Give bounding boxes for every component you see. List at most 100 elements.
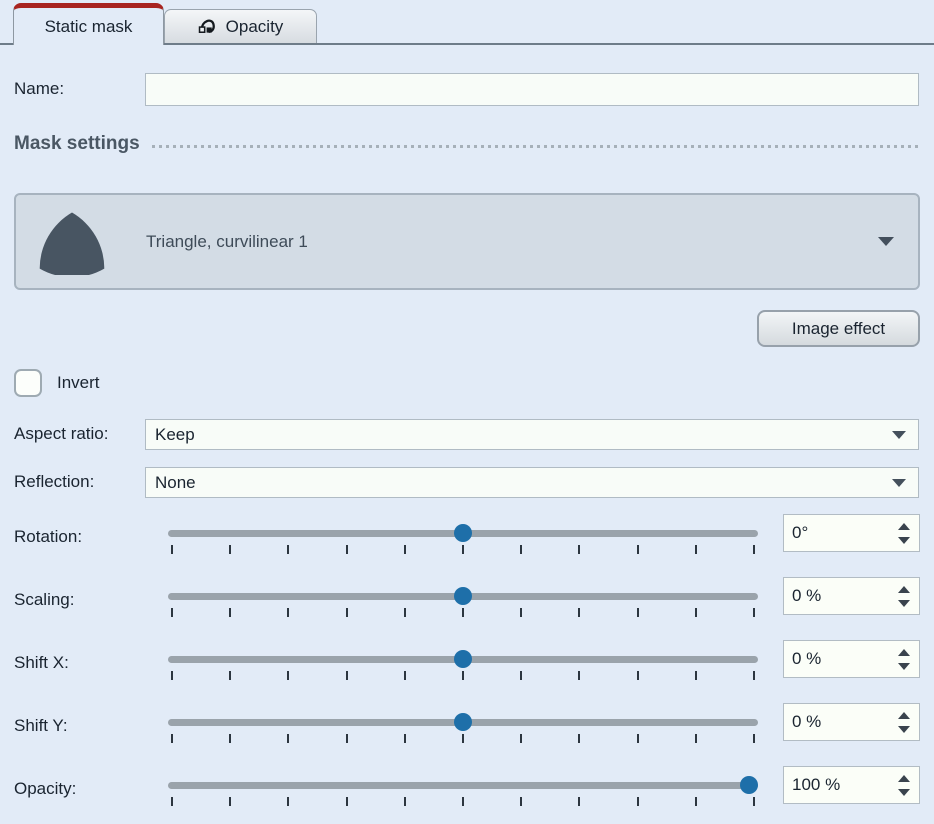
tick-mark bbox=[404, 545, 406, 554]
tick-mark bbox=[171, 797, 173, 806]
tab-opacity-label: Opacity bbox=[226, 17, 284, 37]
tick-mark bbox=[520, 734, 522, 743]
slider-row-opacity: Opacity: 100 % bbox=[0, 766, 934, 822]
tick-mark bbox=[462, 545, 464, 554]
shift-y-slider-track[interactable] bbox=[168, 719, 758, 726]
shift-x-value: 0 % bbox=[784, 649, 898, 669]
tick-mark bbox=[520, 797, 522, 806]
reflection-label: Reflection: bbox=[14, 472, 94, 492]
tick-mark bbox=[287, 545, 289, 554]
tick-mark bbox=[287, 797, 289, 806]
tick-mark bbox=[578, 608, 580, 617]
tick-mark bbox=[753, 671, 755, 680]
tab-opacity[interactable]: Opacity bbox=[164, 9, 317, 43]
tick-mark bbox=[637, 671, 639, 680]
shift-x-label: Shift X: bbox=[14, 653, 69, 673]
tick-mark bbox=[578, 734, 580, 743]
spinner-down-arrow-icon[interactable] bbox=[898, 726, 910, 733]
invert-label: Invert bbox=[57, 373, 100, 393]
rotation-value: 0° bbox=[784, 523, 898, 543]
animation-curve-icon bbox=[198, 16, 219, 37]
rotation-slider-thumb[interactable] bbox=[454, 524, 472, 542]
tick-mark bbox=[578, 671, 580, 680]
scaling-value: 0 % bbox=[784, 586, 898, 606]
aspect-ratio-label: Aspect ratio: bbox=[14, 424, 109, 444]
tick-mark bbox=[578, 797, 580, 806]
scaling-slider-ticks bbox=[171, 608, 755, 617]
rotation-slider-ticks bbox=[171, 545, 755, 554]
shift-x-slider-ticks bbox=[171, 671, 755, 680]
slider-row-scaling: Scaling: 0 % bbox=[0, 577, 934, 633]
tick-mark bbox=[346, 797, 348, 806]
tick-mark bbox=[462, 608, 464, 617]
shift-x-slider-thumb[interactable] bbox=[454, 650, 472, 668]
aspect-ratio-dropdown[interactable]: Keep bbox=[145, 419, 919, 450]
invert-checkbox-row: Invert bbox=[14, 369, 100, 397]
dotted-separator bbox=[152, 145, 920, 148]
opacity-slider-ticks bbox=[171, 797, 755, 806]
spinner-up-arrow-icon[interactable] bbox=[898, 523, 910, 530]
spinner-down-arrow-icon[interactable] bbox=[898, 600, 910, 607]
spinner-down-arrow-icon[interactable] bbox=[898, 537, 910, 544]
shift-y-slider-thumb[interactable] bbox=[454, 713, 472, 731]
scaling-slider-thumb[interactable] bbox=[454, 587, 472, 605]
tab-static-mask-label: Static mask bbox=[45, 17, 133, 37]
tick-mark bbox=[404, 734, 406, 743]
tick-mark bbox=[287, 671, 289, 680]
slider-row-shift-x: Shift X: 0 % bbox=[0, 640, 934, 696]
tick-mark bbox=[171, 734, 173, 743]
tick-mark bbox=[346, 545, 348, 554]
mask-shape-dropdown[interactable]: Triangle, curvilinear 1 bbox=[14, 193, 920, 290]
name-label: Name: bbox=[14, 79, 64, 99]
spinner-up-arrow-icon[interactable] bbox=[898, 775, 910, 782]
shift-x-value-spinner[interactable]: 0 % bbox=[783, 640, 920, 678]
scaling-slider-track[interactable] bbox=[168, 593, 758, 600]
spinner-up-arrow-icon[interactable] bbox=[898, 712, 910, 719]
spinner-up-arrow-icon[interactable] bbox=[898, 586, 910, 593]
spinner-down-arrow-icon[interactable] bbox=[898, 789, 910, 796]
tick-mark bbox=[753, 734, 755, 743]
tick-mark bbox=[520, 545, 522, 554]
tick-mark bbox=[171, 545, 173, 554]
chevron-down-icon bbox=[892, 479, 906, 487]
tick-mark bbox=[695, 545, 697, 554]
reflection-dropdown[interactable]: None bbox=[145, 467, 919, 498]
opacity-label: Opacity: bbox=[14, 779, 76, 799]
tab-static-mask[interactable]: Static mask bbox=[13, 3, 164, 45]
tick-mark bbox=[753, 608, 755, 617]
spinner-up-arrow-icon[interactable] bbox=[898, 649, 910, 656]
tick-mark bbox=[346, 671, 348, 680]
mask-settings-title: Mask settings bbox=[14, 133, 140, 155]
shift-y-label: Shift Y: bbox=[14, 716, 68, 736]
tick-mark bbox=[462, 671, 464, 680]
tick-mark bbox=[229, 671, 231, 680]
opacity-slider-thumb[interactable] bbox=[740, 776, 758, 794]
opacity-value-spinner[interactable]: 100 % bbox=[783, 766, 920, 804]
shift-y-value-spinner[interactable]: 0 % bbox=[783, 703, 920, 741]
reuleaux-triangle-icon bbox=[34, 209, 110, 275]
mask-shape-dropdown-value: Triangle, curvilinear 1 bbox=[146, 232, 878, 252]
tick-mark bbox=[637, 734, 639, 743]
opacity-slider-track[interactable] bbox=[168, 782, 758, 789]
tick-mark bbox=[695, 734, 697, 743]
tick-mark bbox=[346, 608, 348, 617]
rotation-value-spinner[interactable]: 0° bbox=[783, 514, 920, 552]
rotation-slider-track[interactable] bbox=[168, 530, 758, 537]
tick-mark bbox=[695, 797, 697, 806]
tick-mark bbox=[520, 671, 522, 680]
tick-mark bbox=[229, 734, 231, 743]
tick-mark bbox=[171, 608, 173, 617]
tick-mark bbox=[578, 545, 580, 554]
tick-mark bbox=[462, 734, 464, 743]
mask-settings-section-header: Mask settings bbox=[14, 133, 920, 155]
chevron-down-icon bbox=[878, 237, 894, 246]
name-input[interactable] bbox=[145, 73, 919, 106]
spinner-down-arrow-icon[interactable] bbox=[898, 663, 910, 670]
invert-checkbox[interactable] bbox=[14, 369, 42, 397]
shift-x-slider-track[interactable] bbox=[168, 656, 758, 663]
scaling-value-spinner[interactable]: 0 % bbox=[783, 577, 920, 615]
aspect-ratio-value: Keep bbox=[155, 425, 892, 445]
image-effect-button[interactable]: Image effect bbox=[757, 310, 920, 347]
opacity-value: 100 % bbox=[784, 775, 898, 795]
mask-settings-panel: Static mask Opacity Name: Mask settings … bbox=[0, 0, 934, 824]
